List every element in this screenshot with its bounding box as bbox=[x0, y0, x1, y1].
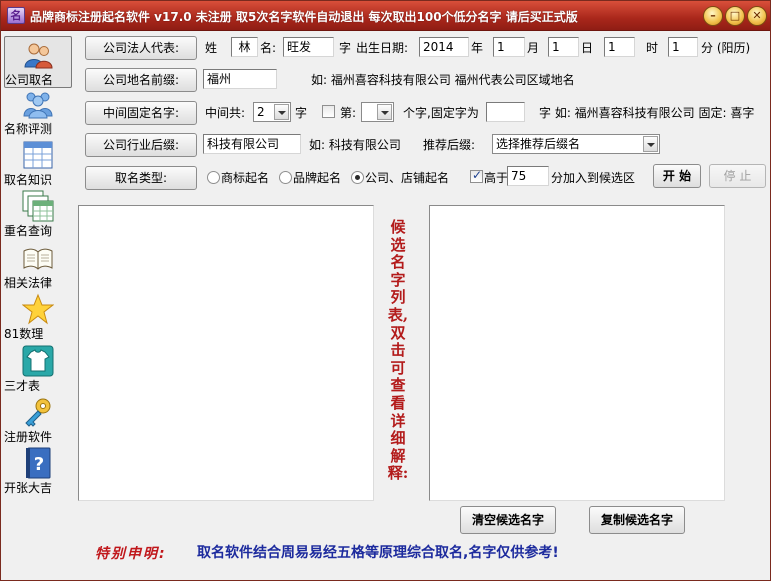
star-icon bbox=[21, 293, 55, 325]
radio-company-label: 公司、店铺起名 bbox=[365, 171, 450, 185]
close-icon: ✕ bbox=[752, 9, 762, 22]
sidebar-item-three-talents[interactable]: 三才表 bbox=[4, 345, 72, 397]
window-title: 品牌商标注册起名软件 v17.0 未注册 取5次名字软件自动退出 每次取出100… bbox=[30, 10, 578, 24]
maximize-button[interactable]: □ bbox=[725, 6, 745, 26]
app-logo-icon: 名 bbox=[7, 7, 25, 24]
middle-name-button[interactable]: 中间固定名字: bbox=[85, 101, 197, 125]
sidebar-label: 名称评测 bbox=[4, 122, 53, 136]
chevron-down-icon[interactable] bbox=[274, 104, 289, 120]
score-threshold-checkbox[interactable] bbox=[470, 168, 483, 183]
chevron-down-icon[interactable] bbox=[377, 104, 392, 120]
birth-year-input[interactable]: 2014 bbox=[419, 37, 469, 57]
year-label: 年 bbox=[471, 41, 484, 55]
start-button[interactable]: 开 始 bbox=[653, 164, 701, 188]
middle-position-select[interactable] bbox=[361, 102, 394, 122]
score-threshold-input[interactable]: 75 bbox=[507, 166, 549, 186]
naming-type-button[interactable]: 取名类型: bbox=[85, 166, 197, 190]
suggest-suffix-value: 选择推荐后缀名 bbox=[496, 137, 581, 151]
sidebar-item-duplicate-check[interactable]: 重名查询 bbox=[4, 190, 72, 242]
minute-label: 分 (阳历) bbox=[701, 41, 751, 55]
radio-trademark[interactable] bbox=[207, 171, 220, 184]
birth-minute-input[interactable]: 1 bbox=[668, 37, 698, 57]
clear-candidates-button[interactable]: 清空候选名字 bbox=[460, 506, 556, 534]
minimize-button[interactable]: – bbox=[703, 6, 723, 26]
sidebar-label: 三才表 bbox=[4, 379, 41, 393]
notice-body: 取名软件结合周易易经五格等原理综合取名,名字仅供参考! bbox=[197, 545, 559, 561]
copy-candidates-button[interactable]: 复制候选名字 bbox=[589, 506, 685, 534]
sidebar-label: 相关法律 bbox=[4, 276, 53, 290]
table-icon bbox=[22, 139, 54, 171]
industry-suffix-button[interactable]: 公司行业后缀: bbox=[85, 133, 197, 157]
sidebar-item-81-numerology[interactable]: 81数理 bbox=[4, 293, 72, 345]
birth-date-label: 出生日期: bbox=[356, 41, 409, 55]
day-label: 日 bbox=[581, 41, 594, 55]
givenname-input[interactable]: 旺发 bbox=[283, 37, 334, 57]
middle-fixed-label: 个字,固定字为 bbox=[403, 106, 479, 120]
birth-month-input[interactable]: 1 bbox=[493, 37, 525, 57]
chevron-down-icon[interactable] bbox=[643, 136, 658, 152]
users-icon bbox=[22, 39, 54, 71]
svg-text:?: ? bbox=[34, 454, 44, 475]
middle-zi-label: 字 bbox=[295, 106, 308, 120]
middle-count-label: 中间共: bbox=[205, 106, 246, 120]
score-above-label: 高于 bbox=[484, 171, 509, 185]
sidebar-item-register-software[interactable]: 注册软件 bbox=[4, 396, 72, 448]
industry-suffix-input[interactable]: 科技有限公司 bbox=[203, 134, 301, 154]
legal-rep-button[interactable]: 公司法人代表: bbox=[85, 36, 197, 60]
sidebar-item-grand-opening[interactable]: ? 开张大吉 bbox=[4, 447, 72, 499]
middle-count-value: 2 bbox=[257, 105, 265, 119]
minimize-icon: – bbox=[710, 9, 716, 22]
radio-brand-label: 品牌起名 bbox=[293, 171, 342, 185]
sidebar-label: 81数理 bbox=[4, 327, 44, 341]
surname-input[interactable]: 林 bbox=[231, 37, 258, 57]
zi-label: 字 bbox=[339, 41, 352, 55]
sidebar-label: 注册软件 bbox=[4, 430, 53, 444]
open-book-icon bbox=[22, 242, 54, 274]
middle-position-label: 第: bbox=[340, 106, 357, 120]
middle-position-checkbox[interactable] bbox=[322, 105, 335, 118]
score-suffix-label: 分加入到候选区 bbox=[551, 171, 636, 185]
givenname-label: 名: bbox=[260, 41, 277, 55]
key-icon bbox=[22, 396, 54, 428]
middle-hint: 字 如: 福州喜容科技有限公司 固定: 喜字 bbox=[539, 106, 755, 120]
candidate-list-caption: 候选名字列表,双击可查看详细解释: bbox=[387, 218, 409, 483]
month-label: 月 bbox=[527, 41, 540, 55]
prefix-hint: 如: 福州喜容科技有限公司 福州代表公司区域地名 bbox=[311, 73, 575, 87]
birth-hour-input[interactable]: 1 bbox=[604, 37, 635, 57]
title-bar[interactable]: 名 品牌商标注册起名软件 v17.0 未注册 取5次名字软件自动退出 每次取出1… bbox=[1, 1, 770, 31]
industry-hint: 如: 科技有限公司 bbox=[309, 138, 401, 152]
close-button[interactable]: ✕ bbox=[747, 6, 767, 26]
stop-button[interactable]: 停 止 bbox=[709, 164, 766, 188]
prefix-input[interactable]: 福州 bbox=[203, 69, 277, 89]
candidate-names-list[interactable] bbox=[429, 205, 725, 501]
stacked-tables-icon bbox=[22, 190, 54, 222]
middle-count-select[interactable]: 2 bbox=[253, 102, 291, 122]
notice-title: 特别申明: bbox=[95, 546, 167, 562]
radio-company[interactable] bbox=[351, 171, 364, 184]
tshirt-icon bbox=[22, 345, 54, 377]
suggest-suffix-select[interactable]: 选择推荐后缀名 bbox=[492, 134, 660, 154]
people-group-icon bbox=[22, 88, 54, 120]
sidebar-item-related-law[interactable]: 相关法律 bbox=[4, 242, 72, 294]
generated-names-list[interactable] bbox=[78, 205, 374, 501]
surname-label: 姓 bbox=[205, 41, 218, 55]
suggest-label: 推荐后缀: bbox=[423, 138, 476, 152]
main-content: 公司取名 名称评测 取名知识 重名查询 相关法律 81数理 三才表 注册软件 ?… bbox=[1, 32, 770, 580]
middle-fixed-input[interactable] bbox=[486, 102, 525, 122]
sidebar-label: 公司取名 bbox=[5, 73, 54, 87]
sidebar-label: 重名查询 bbox=[4, 224, 53, 238]
sidebar-label: 取名知识 bbox=[4, 173, 53, 187]
sidebar-label: 开张大吉 bbox=[4, 481, 53, 495]
sidebar-item-company-naming[interactable]: 公司取名 bbox=[4, 36, 72, 88]
prefix-button[interactable]: 公司地名前缀: bbox=[85, 68, 197, 92]
app-window: 名 品牌商标注册起名软件 v17.0 未注册 取5次名字软件自动退出 每次取出1… bbox=[0, 0, 771, 581]
sidebar-item-name-evaluation[interactable]: 名称评测 bbox=[4, 88, 72, 140]
help-book-icon: ? bbox=[22, 447, 54, 479]
maximize-icon: □ bbox=[729, 9, 741, 22]
birth-day-input[interactable]: 1 bbox=[548, 37, 579, 57]
radio-brand[interactable] bbox=[279, 171, 292, 184]
sidebar-item-naming-knowledge[interactable]: 取名知识 bbox=[4, 139, 72, 191]
radio-trademark-label: 商标起名 bbox=[221, 171, 270, 185]
hour-label: 时 bbox=[646, 41, 659, 55]
